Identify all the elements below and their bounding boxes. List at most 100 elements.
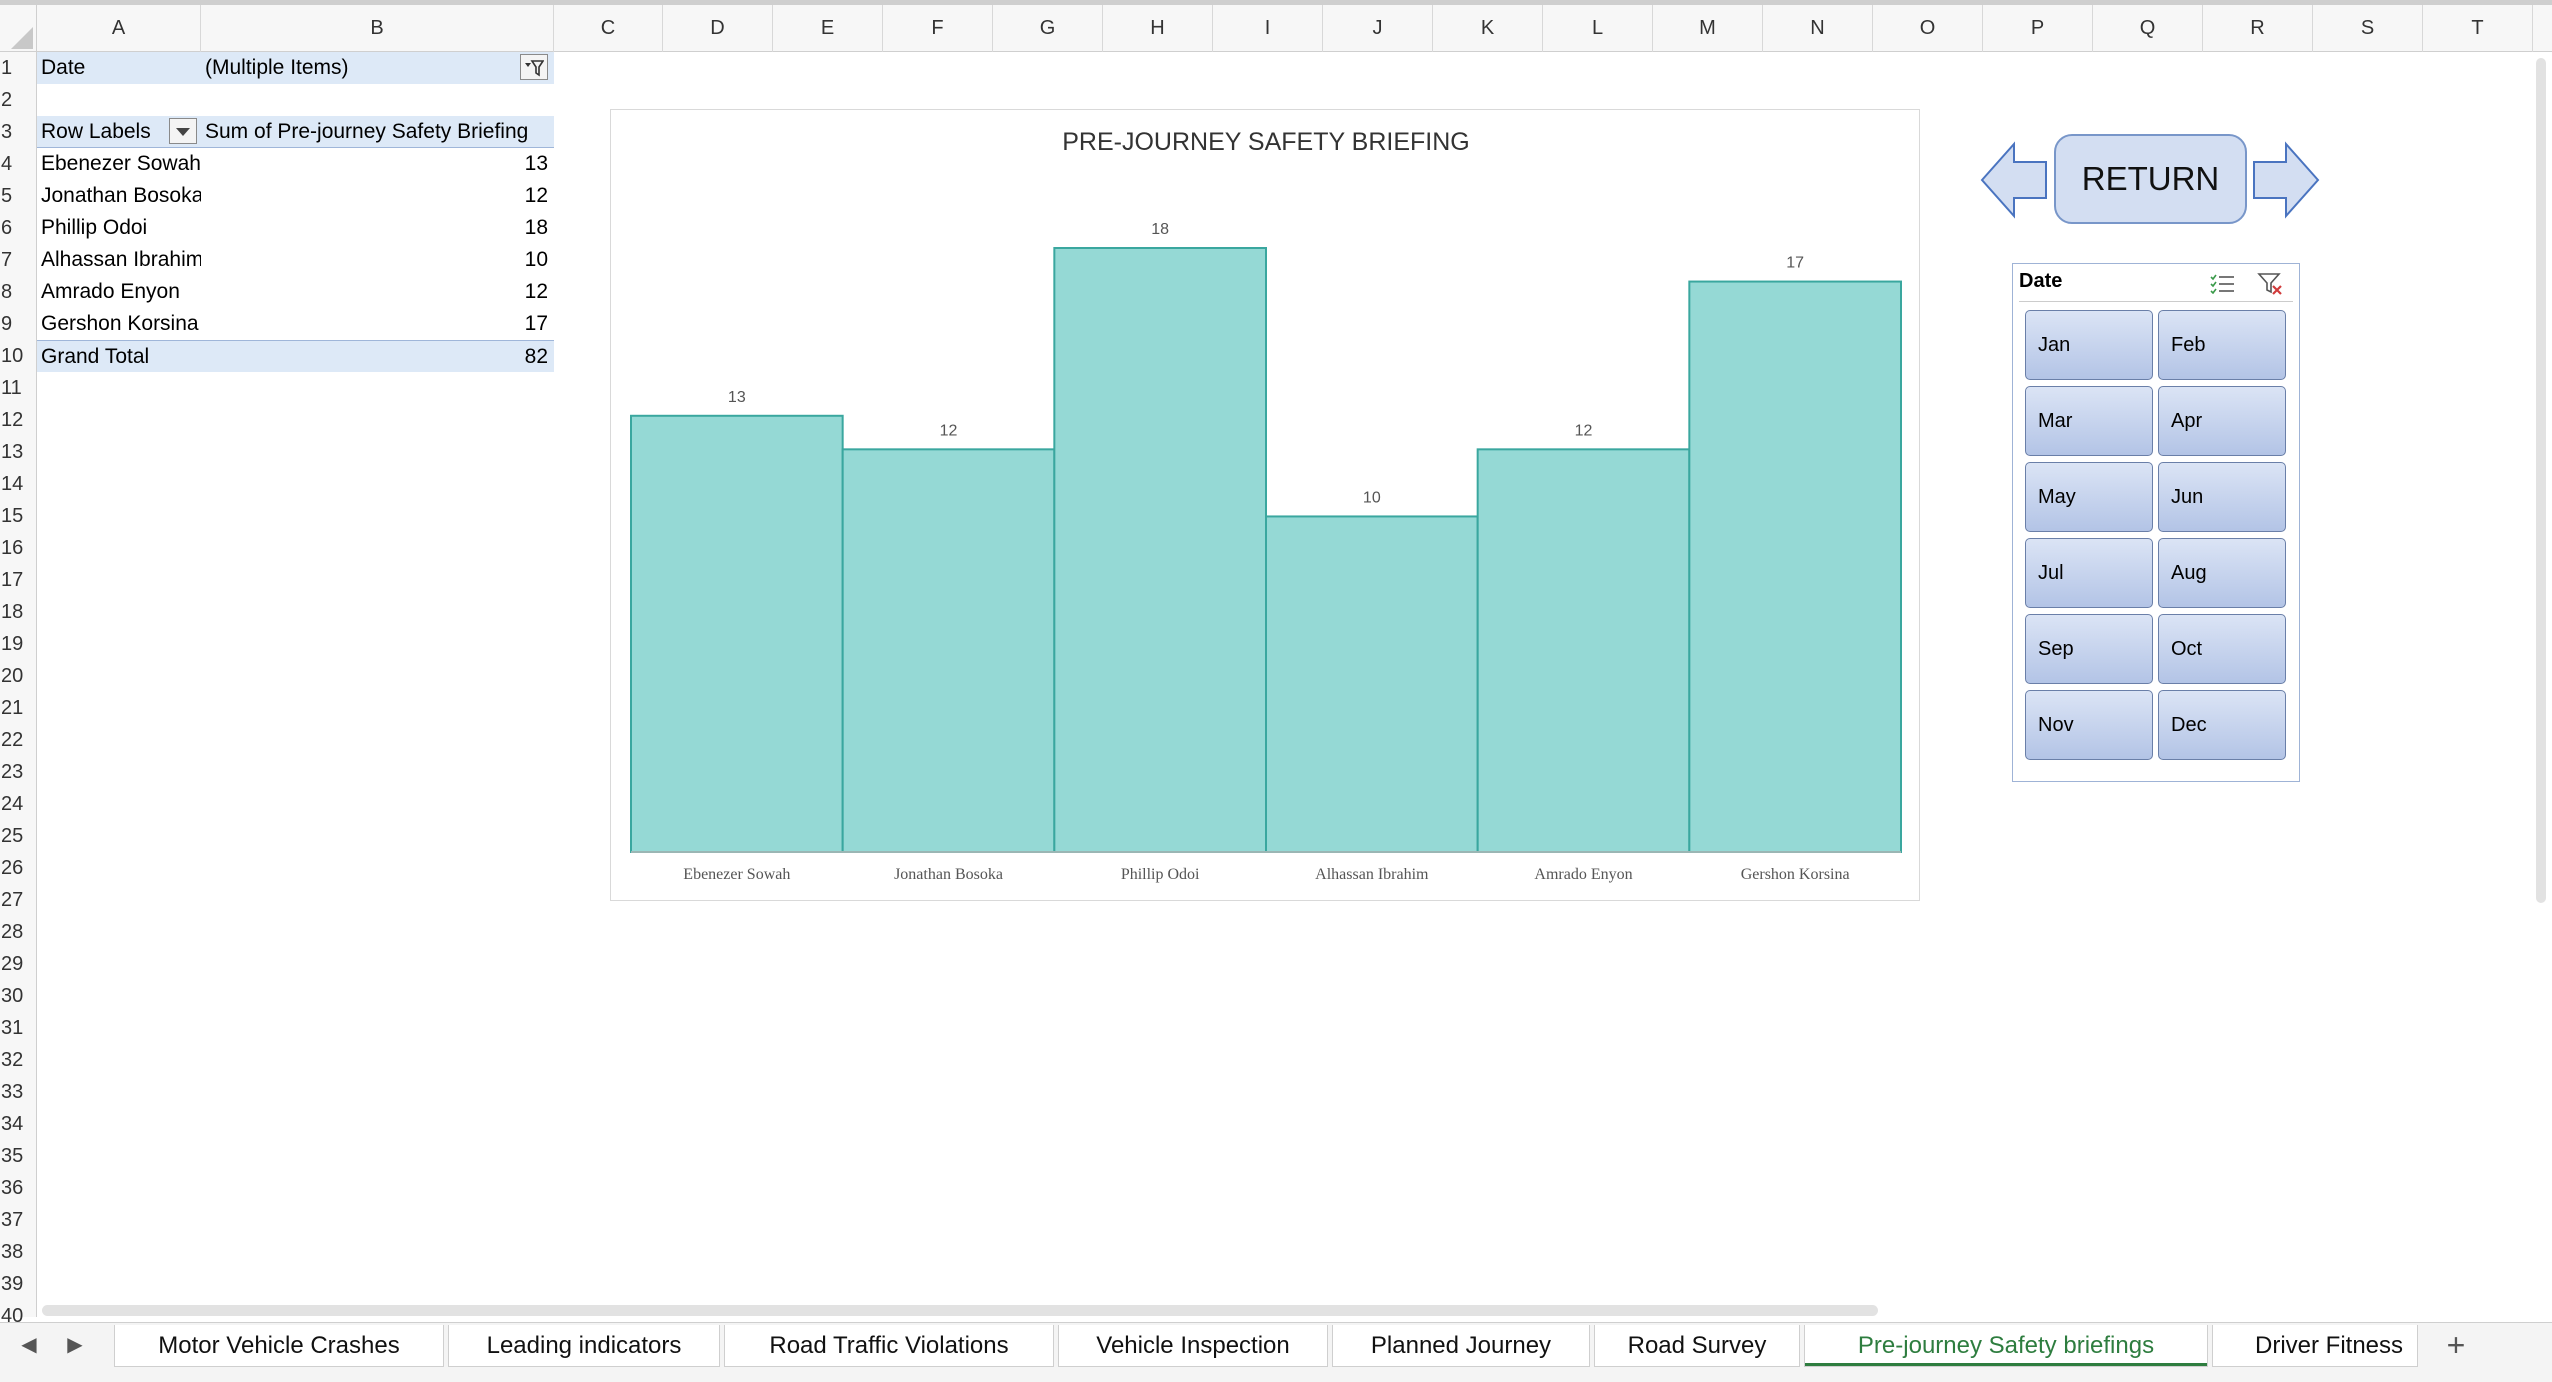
pivot-row-name[interactable]: Phillip Odoi [37,212,201,244]
row-header[interactable]: 20 [0,660,36,692]
row-header[interactable]: 10 [0,340,36,372]
row-header[interactable]: 13 [0,436,36,468]
pivot-row-value[interactable]: 10 [201,244,554,276]
slicer-item-jul[interactable]: Jul [2025,538,2153,608]
tab-vehicle-inspection[interactable]: Vehicle Inspection [1058,1325,1328,1367]
pivot-grand-total-value[interactable]: 82 [201,340,554,372]
row-header[interactable]: 37 [0,1204,36,1236]
column-header-J[interactable]: J [1323,5,1433,52]
row-header[interactable]: 5 [0,180,36,212]
column-header-E[interactable]: E [773,5,883,52]
row-header[interactable]: 6 [0,212,36,244]
slicer-item-jun[interactable]: Jun [2158,462,2286,532]
row-header[interactable]: 36 [0,1172,36,1204]
add-sheet-button[interactable]: + [2436,1323,2476,1367]
slicer-item-may[interactable]: May [2025,462,2153,532]
bar-phillip-odoi[interactable] [1053,247,1268,853]
bar-chart[interactable]: PRE-JOURNEY SAFETY BRIEFING 13 Ebenezer S… [610,109,1920,901]
row-header[interactable]: 26 [0,852,36,884]
row-header[interactable]: 30 [0,980,36,1012]
tab-pre-journey-safety-briefings[interactable]: Pre-journey Safety briefings [1804,1325,2208,1367]
tab-leading-indicators[interactable]: Leading indicators [448,1325,720,1367]
arrow-right-icon[interactable] [2250,140,2322,220]
pivot-grand-total-label[interactable]: Grand Total [37,340,201,372]
slicer-item-jan[interactable]: Jan [2025,310,2153,380]
pivot-row-value[interactable]: 12 [201,180,554,212]
column-header-O[interactable]: O [1873,5,1983,52]
pivot-row-value[interactable]: 13 [201,148,554,180]
pivot-filter-label[interactable]: Date [37,52,201,84]
bar-gershon-korsina[interactable] [1688,280,1903,854]
row-header[interactable]: 8 [0,276,36,308]
pivot-row-name[interactable]: Alhassan Ibrahim [37,244,201,276]
row-header[interactable]: 12 [0,404,36,436]
row-header[interactable]: 22 [0,724,36,756]
bar-jonathan-bosoka[interactable] [841,448,1056,853]
pivot-filter-value[interactable]: (Multiple Items) [201,52,554,84]
column-header-I[interactable]: I [1213,5,1323,52]
column-header-N[interactable]: N [1763,5,1873,52]
pivot-row-name[interactable]: Jonathan Bosoka [37,180,201,212]
row-header[interactable]: 3 [0,116,36,148]
tab-planned-journey[interactable]: Planned Journey [1332,1325,1590,1367]
bar-amrado-enyon[interactable] [1476,448,1691,853]
row-header[interactable]: 7 [0,244,36,276]
column-header-F[interactable]: F [883,5,993,52]
column-header-B[interactable]: B [201,5,554,52]
row-header[interactable]: 27 [0,884,36,916]
tab-motor-vehicle-crashes[interactable]: Motor Vehicle Crashes [114,1325,444,1367]
column-header-T[interactable]: T [2423,5,2533,52]
pivot-filter-dropdown-button[interactable] [520,54,548,80]
pivot-row-name[interactable]: Gershon Korsina [37,308,201,340]
tab-scroll-right-icon[interactable]: ▶ [60,1323,90,1367]
column-header-A[interactable]: A [37,5,201,52]
slicer-item-nov[interactable]: Nov [2025,690,2153,760]
column-header-M[interactable]: M [1653,5,1763,52]
bar-alhassan-ibrahim[interactable] [1265,515,1479,853]
row-header[interactable]: 14 [0,468,36,500]
row-header[interactable]: 16 [0,532,36,564]
slicer-item-mar[interactable]: Mar [2025,386,2153,456]
row-header[interactable]: 1 [0,52,36,84]
slicer-item-feb[interactable]: Feb [2158,310,2286,380]
row-header[interactable]: 25 [0,820,36,852]
multi-select-icon[interactable] [2209,272,2235,294]
column-header-C[interactable]: C [554,5,663,52]
slicer-item-oct[interactable]: Oct [2158,614,2286,684]
row-header[interactable]: 19 [0,628,36,660]
row-header[interactable]: 31 [0,1012,36,1044]
slicer-item-apr[interactable]: Apr [2158,386,2286,456]
column-header-Q[interactable]: Q [2093,5,2203,52]
clear-filter-icon[interactable] [2257,272,2285,296]
tab-scroll-left-icon[interactable]: ◀ [14,1323,44,1367]
row-header[interactable]: 24 [0,788,36,820]
column-header-H[interactable]: H [1103,5,1213,52]
row-header[interactable]: 17 [0,564,36,596]
row-header[interactable]: 35 [0,1140,36,1172]
column-header-K[interactable]: K [1433,5,1543,52]
pivot-row-name[interactable]: Amrado Enyon [37,276,201,308]
slicer-item-aug[interactable]: Aug [2158,538,2286,608]
return-button[interactable]: RETURN [2054,134,2247,224]
column-header-S[interactable]: S [2313,5,2423,52]
tab-driver-fitness[interactable]: Driver Fitness [2212,1325,2418,1367]
pivot-row-value[interactable]: 18 [201,212,554,244]
column-header-L[interactable]: L [1543,5,1653,52]
column-header-P[interactable]: P [1983,5,2093,52]
row-header[interactable]: 38 [0,1236,36,1268]
pivot-row-value[interactable]: 17 [201,308,554,340]
row-header[interactable]: 33 [0,1076,36,1108]
pivot-row-name[interactable]: Ebenezer Sowah [37,148,201,180]
vertical-scrollbar[interactable] [2536,58,2546,903]
arrow-left-icon[interactable] [1978,140,2050,220]
row-header[interactable]: 9 [0,308,36,340]
column-header-G[interactable]: G [993,5,1103,52]
row-header[interactable]: 28 [0,916,36,948]
bar-ebenezer-sowah[interactable] [630,414,844,853]
row-header[interactable]: 39 [0,1268,36,1300]
row-header[interactable]: 34 [0,1108,36,1140]
row-header[interactable]: 4 [0,148,36,180]
row-header[interactable]: 15 [0,500,36,532]
slicer-item-dec[interactable]: Dec [2158,690,2286,760]
select-all-corner[interactable] [0,5,37,52]
